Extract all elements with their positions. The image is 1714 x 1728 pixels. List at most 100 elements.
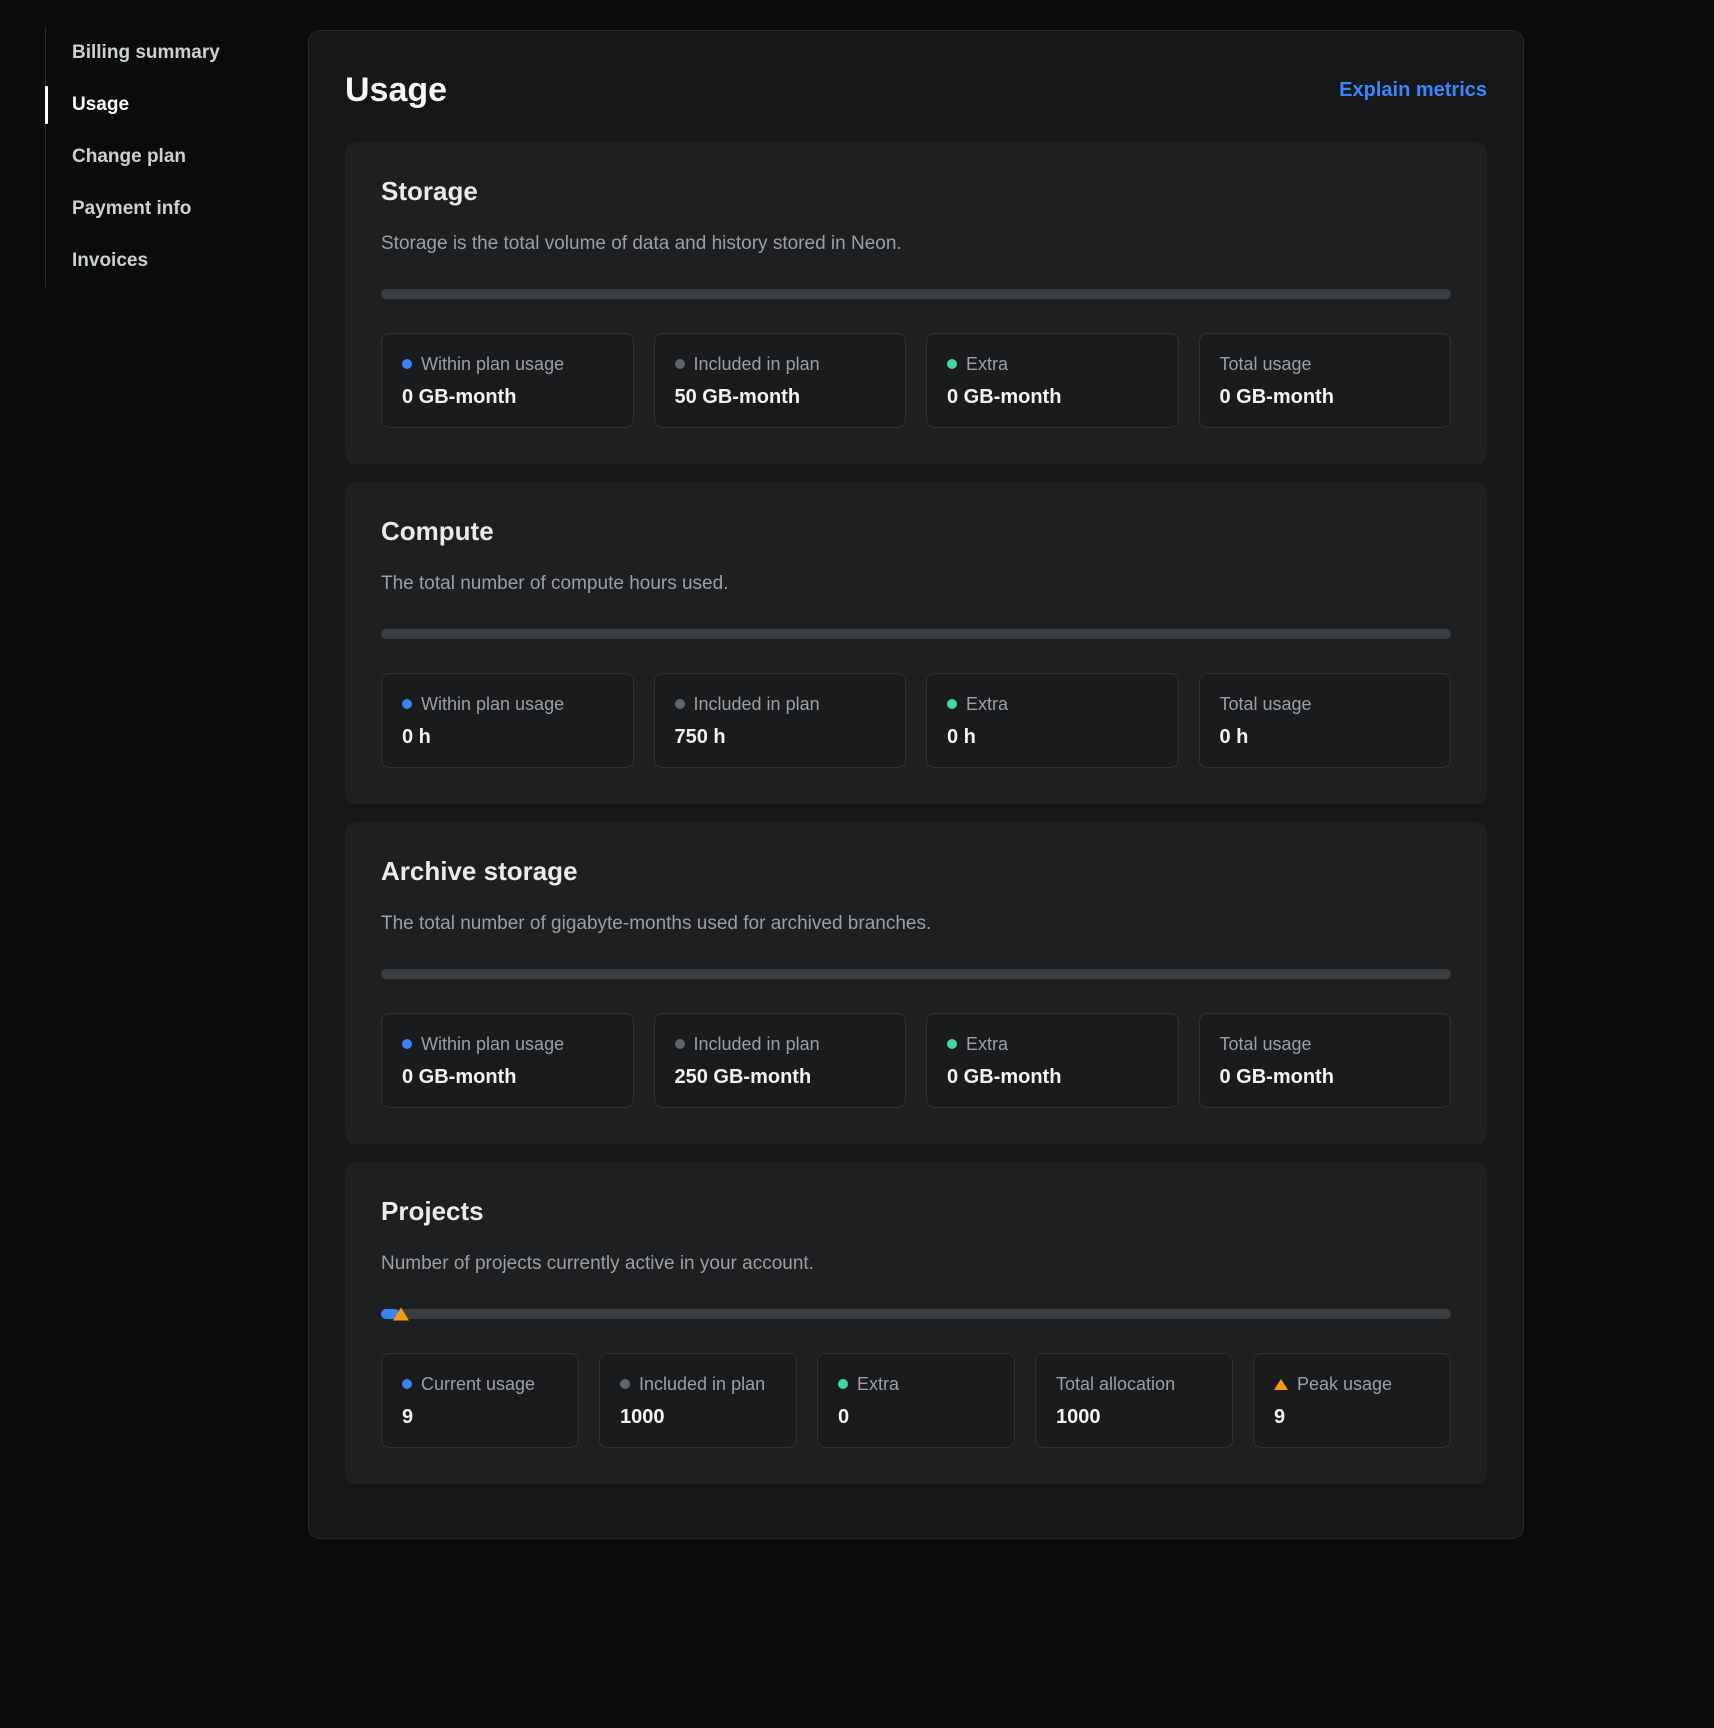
explain-metrics-link[interactable]: Explain metrics — [1339, 79, 1487, 102]
sidebar-item-invoices[interactable]: Invoices — [46, 235, 290, 287]
stat-label-row: Extra — [947, 1032, 1158, 1056]
stat-label: Within plan usage — [421, 1032, 564, 1056]
card-title: Compute — [381, 516, 1451, 547]
stat-label-row: Extra — [947, 352, 1158, 376]
blue-dot-icon — [402, 359, 412, 369]
stat-peak-usage: Peak usage 9 — [1253, 1353, 1451, 1448]
stats-row: Within plan usage 0 GB-month Included in… — [381, 1013, 1451, 1108]
stat-label-row: Included in plan — [675, 692, 886, 716]
stat-value: 0 GB-month — [947, 386, 1158, 409]
stat-value: 0 h — [402, 726, 613, 749]
stat-label-row: Within plan usage — [402, 352, 613, 376]
panel-header: Usage Explain metrics — [345, 71, 1487, 110]
stat-label-row: Current usage — [402, 1372, 558, 1396]
compute-progress-bar — [381, 629, 1451, 639]
storage-progress-bar — [381, 289, 1451, 299]
stat-value: 0 GB-month — [947, 1066, 1158, 1089]
stat-label: Total usage — [1220, 1032, 1312, 1056]
card-title: Archive storage — [381, 856, 1451, 887]
stat-label: Total usage — [1220, 692, 1312, 716]
stat-label-row: Within plan usage — [402, 1032, 613, 1056]
stat-label-row: Total usage — [1220, 1032, 1431, 1056]
gray-dot-icon — [675, 359, 685, 369]
green-dot-icon — [947, 359, 957, 369]
stat-label-row: Total usage — [1220, 352, 1431, 376]
green-dot-icon — [947, 1039, 957, 1049]
stat-label: Included in plan — [639, 1372, 765, 1396]
stat-value: 0 GB-month — [1220, 1066, 1431, 1089]
stat-value: 250 GB-month — [675, 1066, 886, 1089]
stats-row: Within plan usage 0 h Included in plan 7… — [381, 673, 1451, 768]
stat-label-row: Included in plan — [620, 1372, 776, 1396]
stat-label-row: Total usage — [1220, 692, 1431, 716]
blue-dot-icon — [402, 1379, 412, 1389]
stat-label: Included in plan — [694, 1032, 820, 1056]
stat-label-row: Extra — [838, 1372, 994, 1396]
stat-label: Extra — [966, 352, 1008, 376]
stats-row: Current usage 9 Included in plan 1000 Ex… — [381, 1353, 1451, 1448]
sidebar-item-change-plan[interactable]: Change plan — [46, 131, 290, 183]
stat-label-row: Included in plan — [675, 1032, 886, 1056]
sidebar-item-payment-info[interactable]: Payment info — [46, 183, 290, 235]
stat-within-plan-usage: Within plan usage 0 h — [381, 673, 634, 768]
stat-label: Included in plan — [694, 352, 820, 376]
green-dot-icon — [947, 699, 957, 709]
stat-within-plan-usage: Within plan usage 0 GB-month — [381, 1013, 634, 1108]
blue-dot-icon — [402, 699, 412, 709]
compute-card: Compute The total number of compute hour… — [345, 482, 1487, 804]
billing-sidebar: Billing summary Usage Change plan Paymen… — [45, 27, 290, 287]
stat-label-row: Extra — [947, 692, 1158, 716]
stat-label: Extra — [857, 1372, 899, 1396]
stat-value: 0 GB-month — [402, 386, 613, 409]
stat-value: 1000 — [620, 1406, 776, 1429]
stat-extra: Extra 0 GB-month — [926, 1013, 1179, 1108]
stat-total-usage: Total usage 0 GB-month — [1199, 1013, 1452, 1108]
stat-included-in-plan: Included in plan 750 h — [654, 673, 907, 768]
stat-label: Within plan usage — [421, 352, 564, 376]
sidebar-item-billing-summary[interactable]: Billing summary — [46, 27, 290, 79]
stat-included-in-plan: Included in plan 1000 — [599, 1353, 797, 1448]
stat-value: 0 GB-month — [402, 1066, 613, 1089]
stats-row: Within plan usage 0 GB-month Included in… — [381, 333, 1451, 428]
card-title: Storage — [381, 176, 1451, 207]
stat-within-plan-usage: Within plan usage 0 GB-month — [381, 333, 634, 428]
stat-label-row: Included in plan — [675, 352, 886, 376]
peak-usage-marker-icon — [393, 1308, 409, 1321]
stat-label-row: Within plan usage — [402, 692, 613, 716]
card-title: Projects — [381, 1196, 1451, 1227]
stat-value: 9 — [1274, 1406, 1430, 1429]
storage-card: Storage Storage is the total volume of d… — [345, 142, 1487, 464]
card-description: The total number of compute hours used. — [381, 571, 1451, 597]
projects-progress-bar — [381, 1309, 1451, 1319]
orange-triangle-icon — [1274, 1379, 1288, 1390]
sidebar-item-usage[interactable]: Usage — [46, 79, 290, 131]
card-description: Storage is the total volume of data and … — [381, 231, 1451, 257]
stat-value: 1000 — [1056, 1406, 1212, 1429]
gray-dot-icon — [620, 1379, 630, 1389]
archive-storage-card: Archive storage The total number of giga… — [345, 822, 1487, 1144]
gray-dot-icon — [675, 699, 685, 709]
stat-extra: Extra 0 GB-month — [926, 333, 1179, 428]
stat-label: Total allocation — [1056, 1372, 1175, 1396]
stat-total-usage: Total usage 0 h — [1199, 673, 1452, 768]
stat-total-allocation: Total allocation 1000 — [1035, 1353, 1233, 1448]
stat-total-usage: Total usage 0 GB-month — [1199, 333, 1452, 428]
card-description: Number of projects currently active in y… — [381, 1251, 1451, 1277]
stat-value: 0 h — [1220, 726, 1431, 749]
stat-label: Peak usage — [1297, 1372, 1392, 1396]
stat-value: 0 GB-month — [1220, 386, 1431, 409]
stat-extra: Extra 0 — [817, 1353, 1015, 1448]
stat-current-usage: Current usage 9 — [381, 1353, 579, 1448]
stat-value: 9 — [402, 1406, 558, 1429]
stat-label: Extra — [966, 1032, 1008, 1056]
stat-value: 0 h — [947, 726, 1158, 749]
card-description: The total number of gigabyte-months used… — [381, 911, 1451, 937]
stat-included-in-plan: Included in plan 50 GB-month — [654, 333, 907, 428]
stat-included-in-plan: Included in plan 250 GB-month — [654, 1013, 907, 1108]
stat-label: Current usage — [421, 1372, 535, 1396]
blue-dot-icon — [402, 1039, 412, 1049]
stat-label: Extra — [966, 692, 1008, 716]
stat-label-row: Total allocation — [1056, 1372, 1212, 1396]
page-title: Usage — [345, 71, 447, 110]
stat-value: 750 h — [675, 726, 886, 749]
